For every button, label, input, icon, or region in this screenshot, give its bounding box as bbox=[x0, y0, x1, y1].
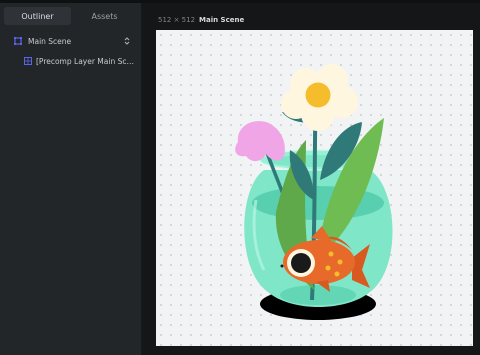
precomp-layer-icon bbox=[24, 57, 32, 65]
tree-item-main-scene[interactable]: Main Scene bbox=[0, 32, 141, 50]
outliner-panel: Outliner Assets Main Scene [Precomp Laye… bbox=[0, 3, 142, 355]
chevron-up-down-icon[interactable] bbox=[123, 36, 131, 46]
artboard[interactable] bbox=[156, 30, 473, 346]
tree-item-label: Main Scene bbox=[28, 36, 72, 46]
composition-icon bbox=[14, 37, 22, 45]
fishbowl-illustration bbox=[235, 64, 393, 320]
white-flower bbox=[281, 64, 358, 131]
canvas-size-label: 512 × 512 bbox=[158, 16, 196, 24]
tab-assets[interactable]: Assets bbox=[71, 7, 138, 25]
bowl-bottom bbox=[280, 285, 356, 305]
pink-flower bbox=[235, 121, 285, 162]
tab-outliner[interactable]: Outliner bbox=[4, 7, 71, 25]
tree-item-precomp-layer[interactable]: [Precomp Layer Main Scen… bbox=[0, 52, 141, 70]
canvas-scene-label: Main Scene bbox=[199, 16, 245, 24]
panel-tabs: Outliner Assets bbox=[4, 7, 138, 25]
canvas-header: 512 × 512 Main Scene bbox=[158, 16, 244, 24]
tree-item-label: [Precomp Layer Main Scen… bbox=[36, 56, 136, 66]
